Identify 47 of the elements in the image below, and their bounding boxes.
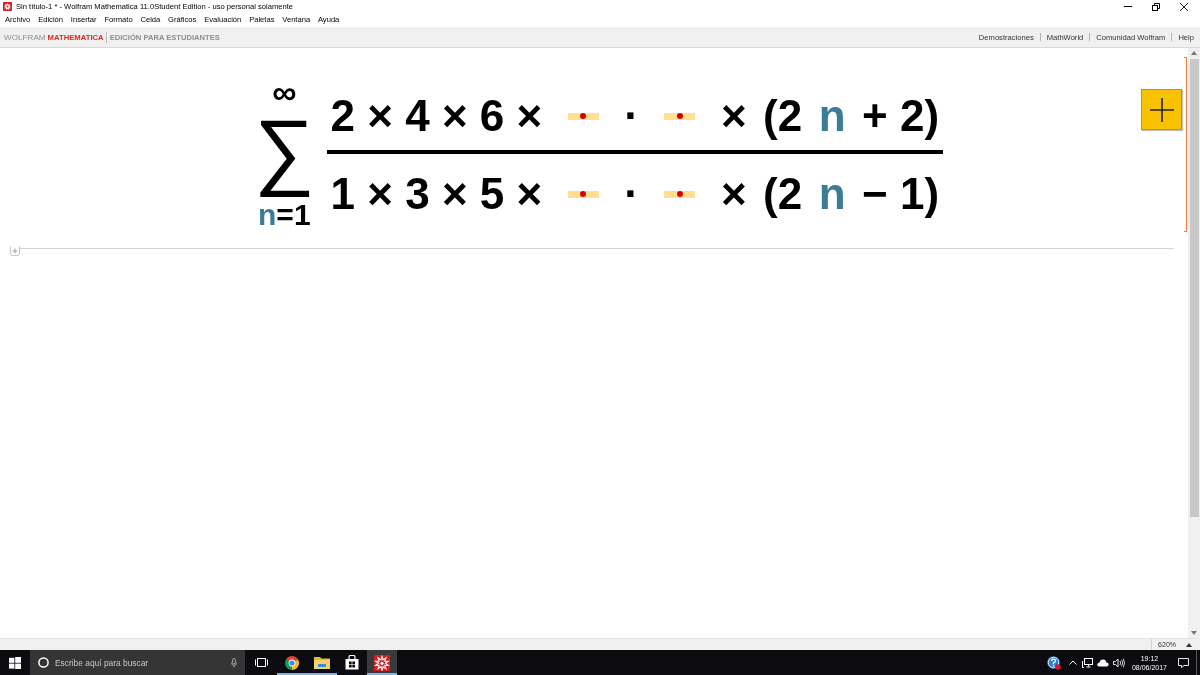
placeholder-slot-icon[interactable]	[664, 112, 696, 120]
browser-icon	[284, 654, 300, 671]
close-icon	[1180, 2, 1188, 11]
formula-text: ·	[624, 92, 639, 140]
formula-text: − 1)	[862, 170, 940, 218]
sum-symbol: ∑	[254, 101, 315, 199]
lower-limit: n=1	[258, 199, 311, 230]
formula-text: ·	[624, 170, 639, 218]
shopping-bag-icon	[345, 655, 359, 670]
speech-bubble-icon	[1177, 657, 1189, 668]
caret-up-icon[interactable]	[1186, 642, 1192, 647]
ring-icon	[38, 657, 49, 668]
plus-icon	[1149, 97, 1174, 122]
scrollbar-thumb[interactable]	[1189, 59, 1199, 517]
formula-text: 2 × 4 × 6 ×	[330, 92, 543, 140]
minimize-icon	[1124, 6, 1132, 7]
caret-down-icon[interactable]	[1191, 631, 1197, 635]
formula-text: (2	[763, 170, 803, 218]
formula-text: 1 × 3 × 5 ×	[330, 170, 543, 218]
taskbar-button[interactable]	[367, 650, 397, 675]
formula-text: ×	[720, 92, 747, 140]
restore-icon	[1152, 2, 1160, 11]
placeholder-slot-icon[interactable]	[664, 190, 696, 198]
placeholder-slot-icon[interactable]	[567, 190, 599, 198]
placeholder-slot-icon[interactable]	[567, 112, 599, 120]
formula-text: ×	[720, 170, 747, 218]
task-view-icon[interactable]	[254, 658, 268, 667]
help-icon[interactable]	[1046, 655, 1061, 670]
formula-text: (2	[763, 92, 803, 140]
formula-text: + 2)	[862, 92, 940, 140]
folder-icon	[314, 656, 330, 669]
cloud-icon[interactable]	[1096, 658, 1109, 667]
volume-icon[interactable]	[1112, 657, 1125, 668]
brand-wordmark: WOLFRAM	[4, 32, 46, 42]
microphone-icon[interactable]	[231, 657, 237, 668]
search-bar[interactable]: Escribe aquí para buscar	[30, 650, 245, 675]
chevron-up-icon[interactable]	[1068, 660, 1077, 665]
scrollbar[interactable]	[1188, 48, 1200, 638]
formula-variable: n	[818, 170, 846, 218]
star-logo-icon	[374, 654, 390, 671]
four-panes-icon	[9, 656, 21, 669]
add-button[interactable]	[1141, 89, 1182, 130]
search-field[interactable]: Escribe aquí para buscar	[55, 656, 225, 669]
upper-limit: ∞	[272, 84, 297, 101]
formula-variable: n	[818, 92, 846, 140]
network-icon[interactable]	[1081, 657, 1093, 668]
cell-bracket[interactable]	[1184, 57, 1187, 232]
